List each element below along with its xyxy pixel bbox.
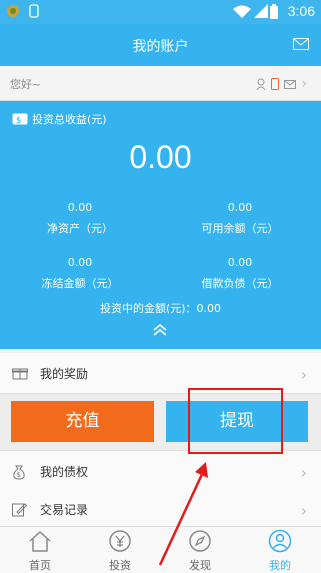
tab-mine[interactable]: 我的 (240, 527, 320, 573)
loan-liabilities-value: 0.00 (227, 256, 253, 269)
recharge-button[interactable]: 充值 (11, 401, 154, 442)
available-balance: 0.00 可用余额（元） (170, 201, 310, 236)
net-assets-label: 净资产（元） (47, 222, 113, 235)
tab-home[interactable]: 首页 (0, 527, 80, 573)
battery-icon (270, 4, 278, 19)
tab-invest[interactable]: 投资 (80, 527, 160, 573)
wifi-icon (233, 5, 251, 18)
frozen-amount-label: 冻结金额（元） (41, 277, 119, 290)
earnings-panel: $ 投资总收益(元) 0.00 0.00 净资产（元） 0.00 可用余额（元）… (0, 101, 321, 349)
creditor-label: 我的债权 (40, 465, 89, 479)
net-assets-value: 0.00 (67, 201, 93, 214)
menu-creditor[interactable]: $ 我的债权 › (0, 450, 321, 490)
tab-discover[interactable]: 发现 (160, 527, 240, 573)
user-verify-icon (256, 78, 266, 90)
svg-text:$: $ (17, 471, 21, 479)
menu-transactions[interactable]: 交易记录 › (0, 489, 321, 527)
tab-invest-label: 投资 (109, 559, 131, 572)
collapse-chevron-icon[interactable] (152, 323, 168, 337)
chevron-right-icon: › (300, 463, 307, 482)
greeting-text: 您好~ (10, 78, 42, 91)
frozen-amount: 0.00 冻结金额（元） (10, 256, 150, 291)
transactions-label: 交易记录 (40, 503, 89, 517)
frozen-amount-value: 0.00 (67, 256, 93, 269)
gift-icon (12, 368, 28, 380)
loan-liabilities: 0.00 借款负债（元） (170, 256, 310, 291)
page-title: 我的账户 (132, 39, 189, 55)
status-time: 3:06 (287, 3, 315, 19)
investing-amount: 投资中的金额(元)：0.00 (99, 302, 222, 315)
signal-icon (254, 4, 268, 18)
loan-liabilities-label: 借款负债（元） (201, 277, 279, 290)
net-assets: 0.00 净资产（元） (10, 201, 150, 236)
chevron-right-icon: › (300, 501, 307, 520)
tab-mine-label: 我的 (269, 559, 291, 572)
status-bar: 3:06 (0, 0, 321, 24)
phone-icon (29, 4, 39, 18)
mobile-icon (271, 78, 280, 90)
chevron-right-icon: › (300, 365, 307, 384)
total-earnings-value: 0.00 (129, 139, 192, 175)
rewards-label: 我的奖励 (40, 367, 89, 381)
available-balance-label: 可用余额（元） (201, 222, 279, 235)
home-icon (29, 530, 51, 552)
annotation-highlight-box (188, 388, 283, 454)
chevron-right-icon: › (301, 76, 307, 92)
tab-discover-label: 发现 (189, 559, 211, 572)
compass-icon (189, 530, 211, 552)
user-icon (268, 529, 292, 553)
total-earnings-label: 投资总收益(元) (32, 113, 107, 126)
app-header: 我的账户 (0, 24, 321, 66)
greeting-bar[interactable]: 您好~ › (0, 66, 321, 101)
yen-icon (109, 530, 131, 552)
money-icon: $ (12, 113, 28, 125)
bottom-tab-bar: 首页 投资 发现 我的 (0, 526, 321, 573)
mail-icon[interactable] (293, 38, 309, 50)
svg-text:$: $ (16, 116, 22, 125)
money-bag-icon: $ (13, 465, 25, 480)
edit-record-icon (12, 503, 27, 517)
email-verify-icon (284, 79, 297, 89)
available-balance-value: 0.00 (227, 201, 253, 214)
tab-home-label: 首页 (29, 559, 51, 572)
app-notification-icon (7, 5, 19, 17)
